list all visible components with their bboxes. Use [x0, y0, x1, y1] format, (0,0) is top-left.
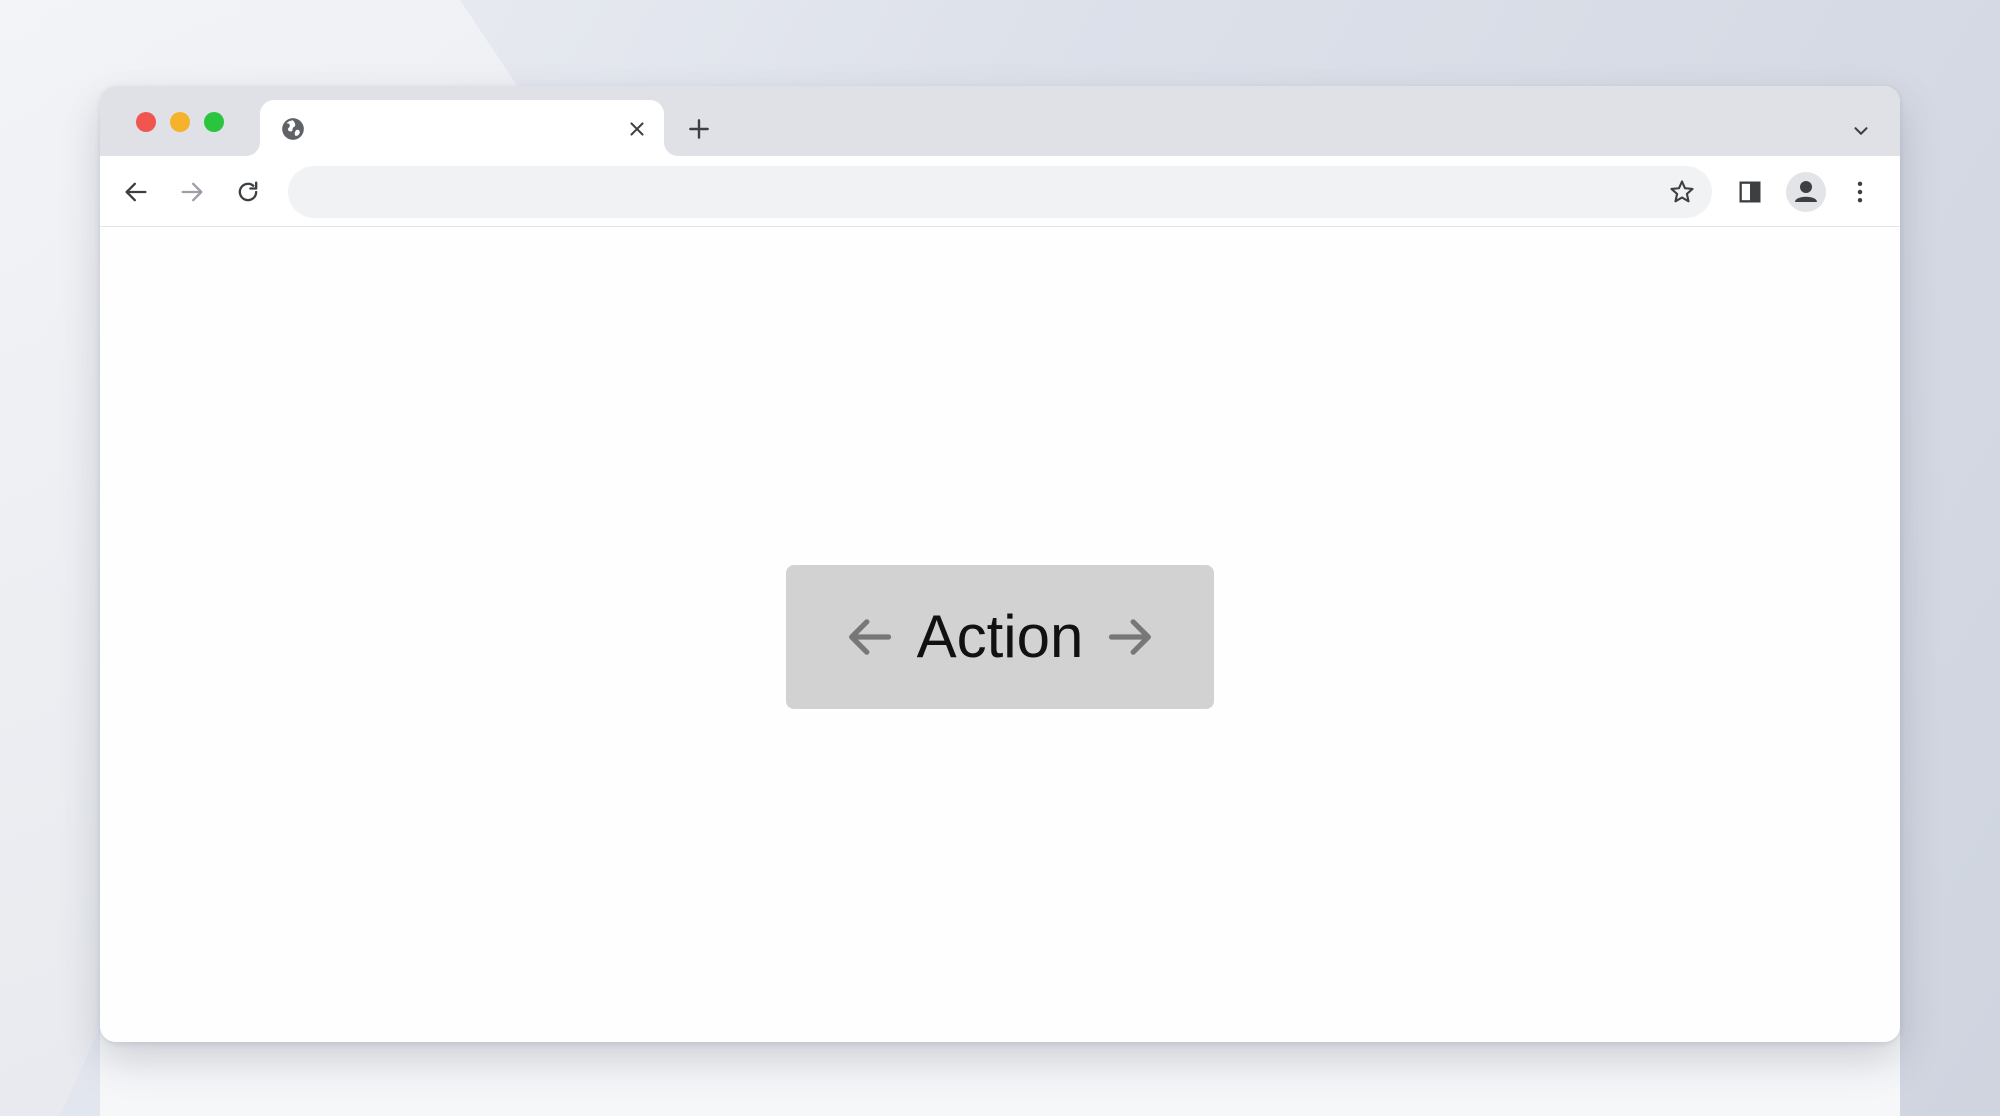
page-content: Action: [100, 227, 1900, 1042]
address-bar[interactable]: [288, 166, 1712, 220]
tab-strip: [100, 86, 1900, 156]
back-arrow-icon[interactable]: [122, 178, 150, 206]
action-button-label: Action: [916, 603, 1084, 670]
reload-icon[interactable]: [234, 178, 262, 206]
address-input[interactable]: [312, 166, 1636, 220]
kebab-menu-icon[interactable]: [1846, 178, 1874, 206]
browser-toolbar: [100, 156, 1900, 227]
arrow-right-icon: [1109, 619, 1152, 655]
action-button[interactable]: Action: [786, 565, 1214, 709]
window-maximize-button[interactable]: [204, 112, 224, 132]
chevron-down-icon[interactable]: [1850, 120, 1872, 142]
star-icon[interactable]: [1668, 178, 1696, 206]
profile-button[interactable]: [1786, 172, 1826, 212]
globe-icon: [282, 118, 304, 140]
window-minimize-button[interactable]: [170, 112, 190, 132]
arrow-left-icon: [848, 619, 891, 655]
forward-arrow-icon[interactable]: [178, 178, 206, 206]
profile-icon: [1795, 181, 1817, 202]
window-close-button[interactable]: [136, 112, 156, 132]
tab-active[interactable]: [260, 100, 664, 156]
new-tab-plus-icon[interactable]: [686, 116, 712, 142]
close-icon[interactable]: [626, 118, 648, 140]
side-panel-icon[interactable]: [1736, 178, 1764, 206]
browser-window: Action: [100, 86, 1900, 1042]
